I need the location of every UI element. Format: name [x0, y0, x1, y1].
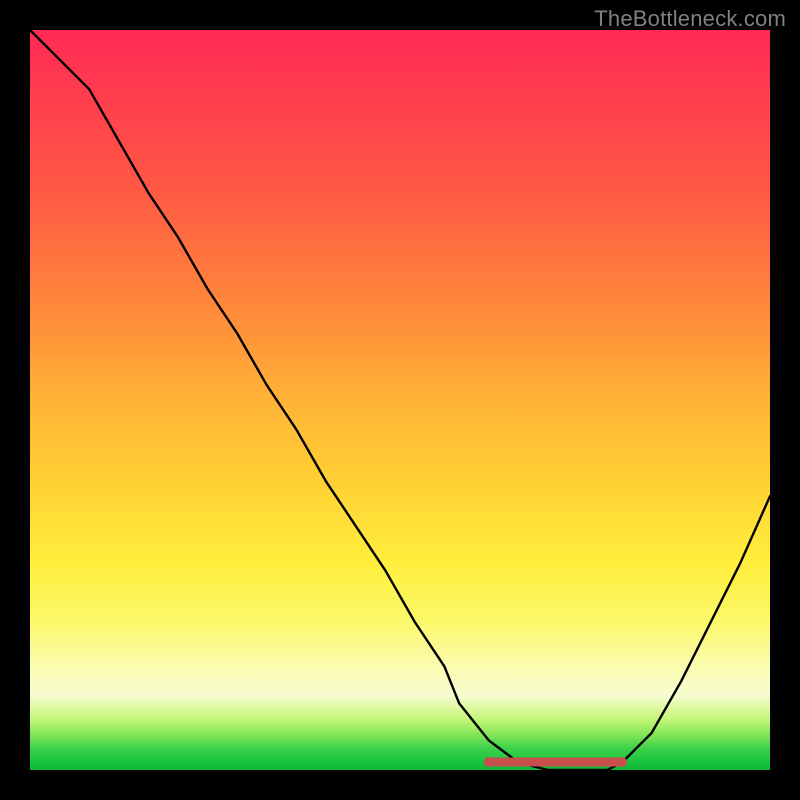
bottleneck-curve-line [30, 30, 770, 770]
chart-stage: TheBottleneck.com [0, 0, 800, 800]
chart-svg [30, 30, 770, 770]
marker-dot-left [484, 757, 494, 767]
marker-dot-right [617, 757, 627, 767]
optimal-range-marker [484, 757, 627, 767]
plot-area [30, 30, 770, 770]
watermark-text: TheBottleneck.com [594, 6, 786, 32]
curve-path [30, 30, 770, 770]
